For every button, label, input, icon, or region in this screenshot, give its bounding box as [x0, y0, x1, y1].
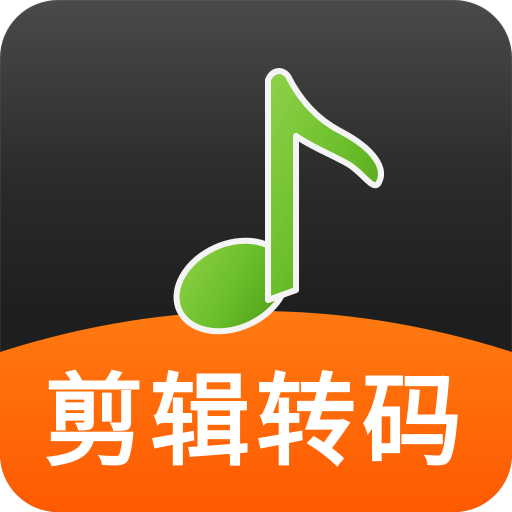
- app-caption: 剪辑转码: [44, 363, 468, 480]
- app-icon[interactable]: 剪辑转码: [0, 0, 512, 512]
